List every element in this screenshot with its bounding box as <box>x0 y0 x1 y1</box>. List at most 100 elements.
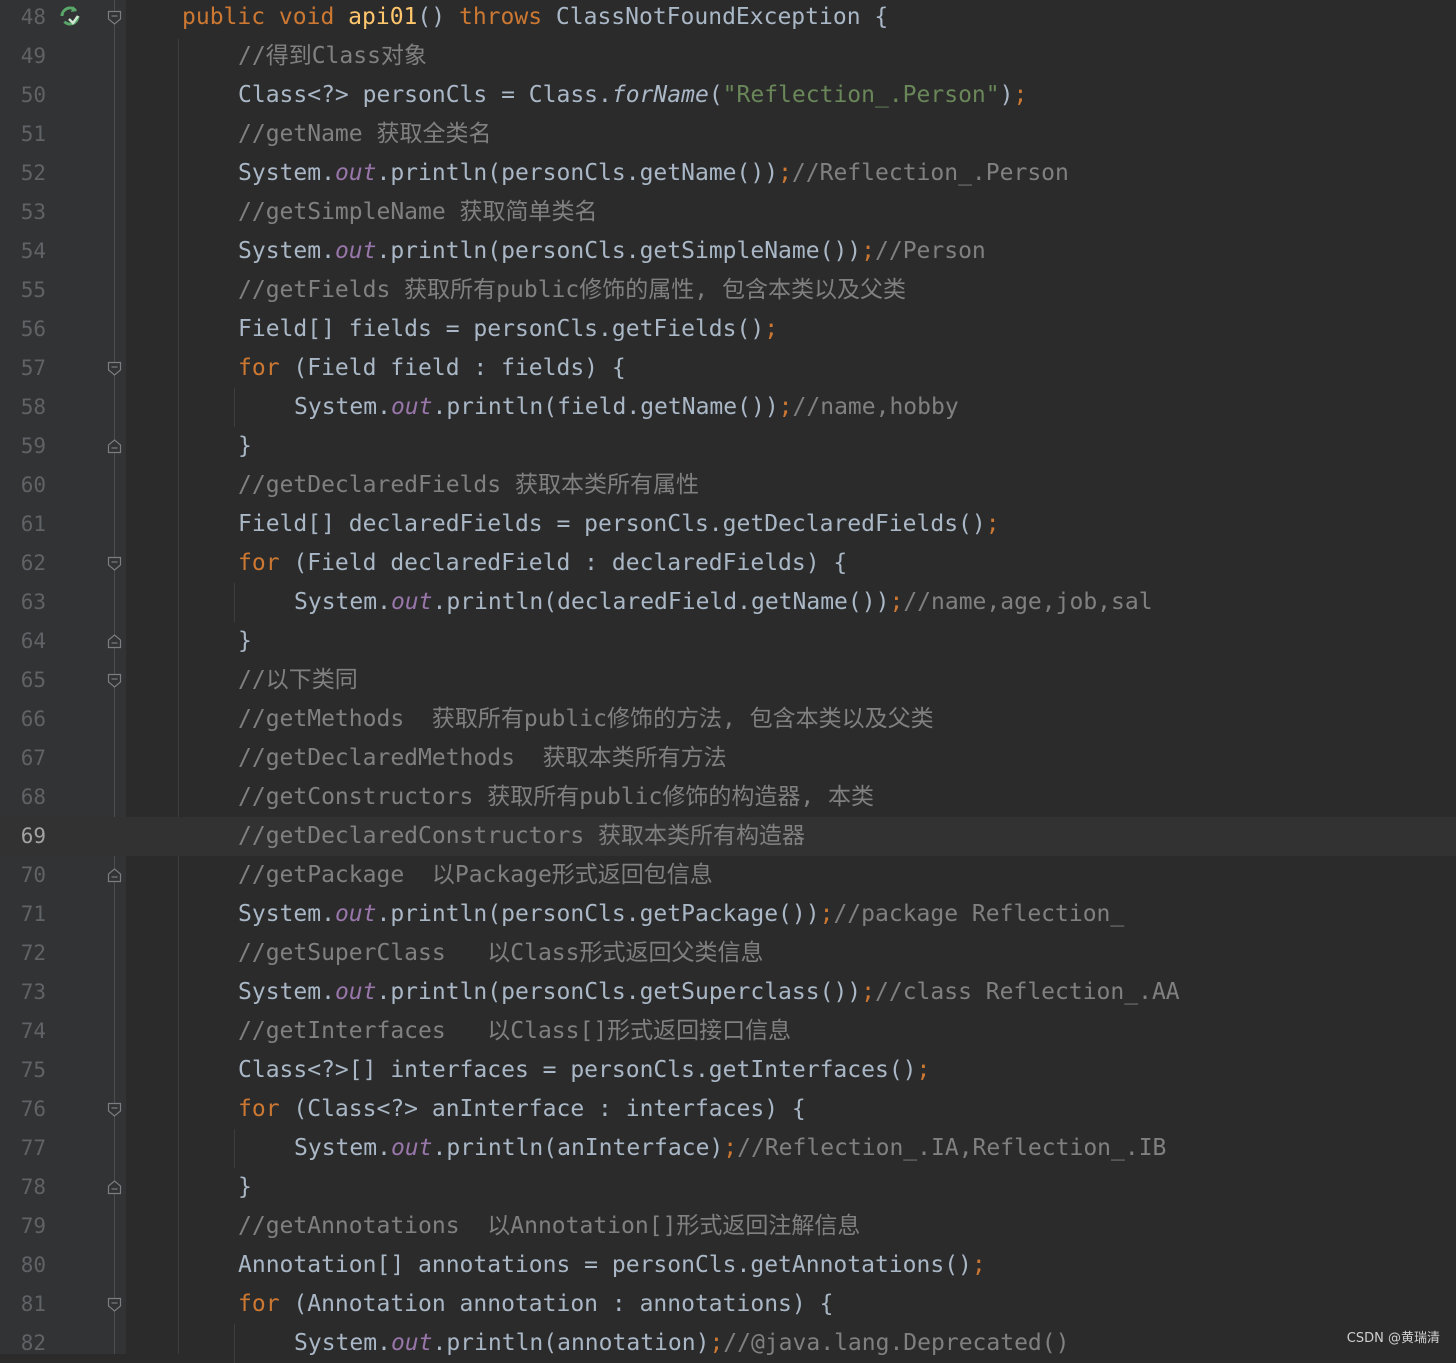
code-line[interactable]: 73 System.out.println(personCls.getSuperc… <box>0 973 1456 1012</box>
code-line[interactable]: 63 System.out.println(declaredField.getNa… <box>0 583 1456 622</box>
code-token: (Field declaredField : declaredFields) { <box>293 550 848 576</box>
code-text[interactable]: //getPackage 以Package形式返回包信息 <box>238 856 713 895</box>
code-line[interactable]: 82 System.out.println(annotation);//@java… <box>0 1324 1456 1363</box>
code-line[interactable]: 61 Field[] declaredFields = personCls.get… <box>0 505 1456 544</box>
code-line[interactable]: 74 //getInterfaces 以Class[]形式返回接口信息 <box>0 1012 1456 1051</box>
code-token: .println(personCls.getPackage()) <box>376 901 820 927</box>
code-text[interactable]: public void api01() throws ClassNotFound… <box>182 0 888 37</box>
code-token: //Person <box>875 238 986 264</box>
fold-start-icon[interactable] <box>106 360 123 377</box>
code-line[interactable]: 48 public void api01() throws ClassNotFou… <box>0 0 1456 37</box>
code-line[interactable]: 64} <box>0 622 1456 661</box>
code-text[interactable]: //getName 获取全类名 <box>238 115 491 154</box>
code-line[interactable]: 65 //以下类同 <box>0 661 1456 700</box>
fold-start-icon[interactable] <box>106 1296 123 1313</box>
code-text[interactable]: //getConstructors 获取所有public修饰的构造器, 本类 <box>238 778 874 817</box>
code-line[interactable]: 52 System.out.println(personCls.getName()… <box>0 154 1456 193</box>
code-text[interactable]: System.out.println(anInterface);//Reflec… <box>294 1129 1166 1168</box>
code-line[interactable]: 80 Annotation[] annotations = personCls.g… <box>0 1246 1456 1285</box>
code-line[interactable]: 69 //getDeclaredConstructors 获取本类所有构造器 <box>0 817 1456 856</box>
code-text[interactable]: System.out.println(personCls.getSimpleNa… <box>238 232 986 271</box>
code-line[interactable]: 57 for (Field field : fields) { <box>0 349 1456 388</box>
code-line[interactable]: 51 //getName 获取全类名 <box>0 115 1456 154</box>
code-token: //getDeclaredConstructors 获取本类所有构造器 <box>238 823 806 849</box>
code-token: (Field field : fields) { <box>293 355 626 381</box>
code-text[interactable]: Class<?> personCls = Class.forName("Refl… <box>238 76 1027 115</box>
code-line[interactable]: 68 //getConstructors 获取所有public修饰的构造器, 本类 <box>0 778 1456 817</box>
code-text[interactable]: System.out.println(personCls.getName());… <box>238 154 1069 193</box>
run-gutter-icon[interactable] <box>58 4 82 28</box>
fold-end-icon[interactable] <box>106 867 123 884</box>
code-line[interactable]: 77 System.out.println(anInterface);//Refl… <box>0 1129 1456 1168</box>
line-number: 67 <box>20 746 46 770</box>
code-text[interactable]: //以下类同 <box>238 661 358 700</box>
code-text[interactable]: //getDeclaredFields 获取本类所有属性 <box>238 466 699 505</box>
fold-start-icon[interactable] <box>106 555 123 572</box>
fold-start-icon[interactable] <box>106 672 123 689</box>
fold-start-icon[interactable] <box>106 9 123 26</box>
code-text[interactable]: Field[] declaredFields = personCls.getDe… <box>238 505 1000 544</box>
code-line[interactable]: 67 //getDeclaredMethods 获取本类所有方法 <box>0 739 1456 778</box>
code-token: //@java.lang.Deprecated() <box>723 1330 1070 1356</box>
code-line[interactable]: 50 Class<?> personCls = Class.forName("Re… <box>0 76 1456 115</box>
code-text[interactable]: //getSimpleName 获取简单类名 <box>238 193 598 232</box>
code-text[interactable]: Field[] fields = personCls.getFields(); <box>238 310 778 349</box>
code-line[interactable]: 66 //getMethods 获取所有public修饰的方法, 包含本类以及父类 <box>0 700 1456 739</box>
code-token: //package Reflection_ <box>833 901 1125 927</box>
code-token: //name,hobby <box>792 394 959 420</box>
code-line[interactable]: 49 //得到Class对象 <box>0 37 1456 76</box>
code-text[interactable]: //getMethods 获取所有public修饰的方法, 包含本类以及父类 <box>238 700 934 739</box>
code-line[interactable]: 81 for (Annotation annotation : annotatio… <box>0 1285 1456 1324</box>
code-line[interactable]: 78} <box>0 1168 1456 1207</box>
code-text[interactable]: //getDeclaredConstructors 获取本类所有构造器 <box>238 817 805 856</box>
code-text[interactable]: for (Field declaredField : declaredField… <box>238 544 847 583</box>
code-line[interactable]: 54 System.out.println(personCls.getSimple… <box>0 232 1456 271</box>
code-text[interactable]: //getInterfaces 以Class[]形式返回接口信息 <box>238 1012 791 1051</box>
code-token: (Class<?> anInterface : interfaces) { <box>293 1096 806 1122</box>
code-line[interactable]: 79 //getAnnotations 以Annotation[]形式返回注解信息 <box>0 1207 1456 1246</box>
code-line[interactable]: 59} <box>0 427 1456 466</box>
fold-end-icon[interactable] <box>106 1179 123 1196</box>
indent-guide <box>234 1129 235 1168</box>
code-text[interactable]: Annotation[] annotations = personCls.get… <box>238 1246 986 1285</box>
code-token: //getDeclaredMethods 获取本类所有方法 <box>238 745 727 771</box>
line-number: 48 <box>20 5 46 29</box>
line-number: 81 <box>20 1292 46 1316</box>
code-text[interactable]: } <box>238 427 252 466</box>
code-line[interactable]: 72 //getSuperClass 以Class形式返回父类信息 <box>0 934 1456 973</box>
code-text[interactable]: } <box>238 1168 252 1207</box>
code-text[interactable]: System.out.println(personCls.getPackage(… <box>238 895 1124 934</box>
code-text[interactable]: for (Class<?> anInterface : interfaces) … <box>238 1090 806 1129</box>
code-line[interactable]: 62 for (Field declaredField : declaredFie… <box>0 544 1456 583</box>
code-line[interactable]: 53 //getSimpleName 获取简单类名 <box>0 193 1456 232</box>
code-editor[interactable]: 48 public void api01() throws ClassNotFou… <box>0 0 1456 1363</box>
code-line[interactable]: 60 //getDeclaredFields 获取本类所有属性 <box>0 466 1456 505</box>
line-number: 66 <box>20 707 46 731</box>
code-token: .println(anInterface) <box>432 1135 724 1161</box>
code-text[interactable]: //getDeclaredMethods 获取本类所有方法 <box>238 739 727 778</box>
code-line[interactable]: 76 for (Class<?> anInterface : interfaces… <box>0 1090 1456 1129</box>
code-text[interactable]: for (Annotation annotation : annotations… <box>238 1285 833 1324</box>
code-text[interactable]: System.out.println(declaredField.getName… <box>294 583 1153 622</box>
code-text[interactable]: //getFields 获取所有public修饰的属性, 包含本类以及父类 <box>238 271 906 310</box>
code-text[interactable]: for (Field field : fields) { <box>238 349 626 388</box>
fold-start-icon[interactable] <box>106 1101 123 1118</box>
code-line[interactable]: 55 //getFields 获取所有public修饰的属性, 包含本类以及父类 <box>0 271 1456 310</box>
line-number: 64 <box>20 629 46 653</box>
code-text[interactable]: //getSuperClass 以Class形式返回父类信息 <box>238 934 764 973</box>
code-text[interactable]: System.out.println(personCls.getSupercla… <box>238 973 1180 1012</box>
code-line[interactable]: 71 System.out.println(personCls.getPackag… <box>0 895 1456 934</box>
code-token: public void <box>182 4 349 30</box>
code-line[interactable]: 70 //getPackage 以Package形式返回包信息 <box>0 856 1456 895</box>
code-text[interactable]: } <box>238 622 252 661</box>
code-line[interactable]: 56 Field[] fields = personCls.getFields()… <box>0 310 1456 349</box>
fold-end-icon[interactable] <box>106 438 123 455</box>
code-line[interactable]: 58 System.out.println(field.getName());//… <box>0 388 1456 427</box>
code-text[interactable]: Class<?>[] interfaces = personCls.getInt… <box>238 1051 930 1090</box>
code-text[interactable]: //得到Class对象 <box>238 37 427 76</box>
code-text[interactable]: System.out.println(field.getName());//na… <box>294 388 959 427</box>
code-text[interactable]: //getAnnotations 以Annotation[]形式返回注解信息 <box>238 1207 860 1246</box>
code-text[interactable]: System.out.println(annotation);//@java.l… <box>294 1324 1069 1363</box>
code-line[interactable]: 75 Class<?>[] interfaces = personCls.getI… <box>0 1051 1456 1090</box>
fold-end-icon[interactable] <box>106 633 123 650</box>
